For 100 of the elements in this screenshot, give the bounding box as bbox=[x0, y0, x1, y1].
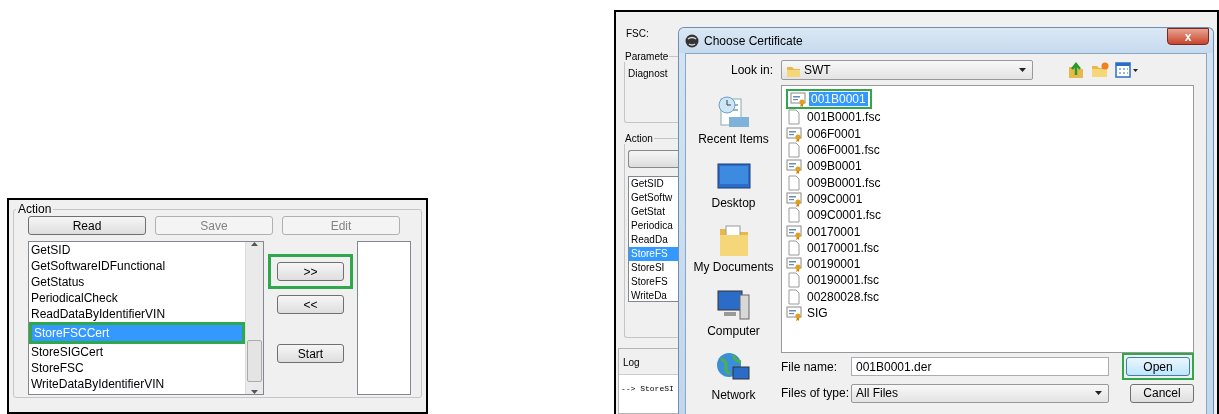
view-menu-icon bbox=[1115, 61, 1139, 78]
file-name: SIG bbox=[806, 306, 829, 320]
list-item[interactable]: ReadDa bbox=[629, 233, 678, 247]
computer-icon bbox=[715, 287, 752, 321]
file-name: 001B0001 bbox=[809, 92, 868, 107]
file-name: 001B0001.fsc bbox=[806, 110, 882, 125]
field-label: Look in: bbox=[730, 62, 774, 77]
parameter-label: Diagnost bbox=[628, 68, 669, 79]
list-item[interactable]: ReadDataByIdentifierVIN bbox=[29, 306, 245, 322]
dropdown-value: SWT bbox=[804, 62, 831, 77]
list-item[interactable]: GetSID bbox=[29, 242, 245, 258]
list-item[interactable]: GetStat bbox=[629, 205, 678, 219]
list-item[interactable]: StoreSI bbox=[629, 261, 678, 275]
file-icon bbox=[786, 109, 802, 126]
file-icon bbox=[786, 288, 802, 305]
list-item[interactable]: Periodica bbox=[629, 219, 678, 233]
group-title: Action bbox=[17, 202, 53, 216]
file-item[interactable]: 00170001.fsc bbox=[786, 239, 882, 256]
list-item[interactable]: WriteDataByIdentifierVIN bbox=[29, 376, 245, 392]
target-list[interactable] bbox=[357, 241, 411, 395]
file-item[interactable]: 00170001 bbox=[786, 223, 863, 240]
list-item[interactable]: GetSID bbox=[629, 177, 678, 191]
file-list[interactable]: 001B0001 001B0001.fsc 006F0001 006F0001.fsc 009B0001 009B0001.fsc 009C0001 009C0001.fsc 00170001 00170001.fsc 00190001 00190001.fsc 00280028.fsc SIG bbox=[781, 85, 1194, 353]
list-item[interactable]: StoreFS bbox=[629, 275, 678, 289]
scroll-thumb[interactable] bbox=[247, 340, 262, 382]
file-item[interactable]: 009C0001.fsc bbox=[786, 207, 884, 224]
scroll-down-arrow-icon bbox=[251, 390, 258, 394]
dialog-title: Choose Certificate bbox=[704, 33, 803, 48]
dialog-button[interactable]: Cancel bbox=[1130, 383, 1194, 403]
file-name: 00170001 bbox=[806, 224, 862, 239]
list-item[interactable]: PeriodicalCheck bbox=[29, 290, 245, 306]
certificate-icon bbox=[786, 256, 802, 273]
certificate-icon bbox=[786, 158, 802, 175]
place-item[interactable]: Desktop bbox=[711, 159, 756, 210]
place-item[interactable]: Recent Items bbox=[698, 95, 769, 146]
file-icon bbox=[786, 207, 802, 224]
command-list[interactable]: GetSID GetSoftwareIDFunctional GetStatus PeriodicalCheck ReadDataByIdentifierVIN StoreFSCCert StoreSIGCert StoreFSC WriteDataByIdentifierVIN bbox=[28, 241, 264, 395]
place-label: Recent Items bbox=[698, 132, 769, 146]
list-item[interactable]: GetStatus bbox=[29, 274, 245, 290]
file-name: 006F0001 bbox=[806, 126, 863, 141]
dropdown-value: All Files bbox=[856, 386, 898, 400]
list-item[interactable]: GetSoftw bbox=[629, 191, 678, 205]
action-button[interactable]: Read bbox=[28, 216, 146, 235]
file-item[interactable]: 006F0001.fsc bbox=[786, 141, 882, 159]
certificate-icon bbox=[786, 223, 802, 240]
command-list[interactable]: GetSID GetSoftw GetStat Periodica ReadDa StoreFS StoreSI StoreFS WriteDa bbox=[628, 176, 678, 302]
file-item[interactable]: SIG bbox=[786, 304, 830, 322]
field-value: 001B0001.der bbox=[856, 359, 932, 374]
certificate-icon bbox=[786, 190, 802, 207]
new-folder-icon bbox=[1091, 60, 1109, 79]
file-name: 009B0001.fsc bbox=[806, 175, 882, 190]
list-item[interactable]: StoreFSC bbox=[29, 360, 245, 376]
document-clock-icon bbox=[715, 95, 752, 129]
file-name: 006F0001.fsc bbox=[806, 143, 881, 158]
file-icon bbox=[786, 174, 802, 191]
file-item[interactable]: 009B0001 bbox=[786, 158, 864, 175]
list-item[interactable]: WriteDa bbox=[629, 289, 678, 301]
app-icon bbox=[685, 33, 699, 48]
caret-icon bbox=[1019, 67, 1026, 72]
file-item[interactable]: 009B0001.fsc bbox=[786, 174, 883, 191]
certificate-icon bbox=[786, 305, 802, 321]
file-name: 009C0001 bbox=[806, 191, 864, 206]
scrollbar[interactable] bbox=[245, 242, 263, 394]
file-icon bbox=[786, 239, 802, 256]
file-icon bbox=[786, 272, 802, 289]
place-item[interactable]: Computer bbox=[707, 287, 760, 338]
log-line: --> StoreSI bbox=[621, 384, 675, 393]
file-name: 009C0001.fsc bbox=[806, 208, 883, 223]
caret-icon bbox=[1095, 391, 1102, 395]
dialog-button[interactable]: Open bbox=[1126, 357, 1190, 376]
place-label: Computer bbox=[707, 324, 760, 338]
file-item[interactable]: 006F0001 bbox=[786, 125, 864, 142]
move-button[interactable]: >> bbox=[277, 262, 344, 281]
move-button[interactable]: << bbox=[277, 295, 344, 314]
list-item[interactable]: GetSoftwareIDFunctional bbox=[29, 258, 245, 274]
field-label: FSC: bbox=[626, 28, 650, 39]
file-item[interactable]: 00280028.fsc bbox=[786, 288, 882, 305]
file-name: 00190001 bbox=[806, 257, 862, 272]
certificate-icon bbox=[786, 125, 802, 142]
file-name: 009B0001 bbox=[806, 159, 863, 174]
file-item[interactable]: 00190001.fsc bbox=[786, 272, 882, 289]
scroll-up-arrow-icon bbox=[251, 242, 258, 246]
place-label: Desktop bbox=[711, 196, 756, 210]
list-item[interactable]: StoreSIGCert bbox=[29, 344, 245, 360]
certificate-icon bbox=[790, 91, 806, 108]
file-item[interactable]: 00190001 bbox=[786, 255, 863, 273]
file-type-dropdown[interactable]: All Files bbox=[851, 383, 1109, 403]
file-item[interactable]: 001B0001.fsc bbox=[786, 109, 883, 126]
field-label: File name: bbox=[781, 359, 839, 374]
file-name: 00170001.fsc bbox=[806, 240, 881, 255]
toolbar-button[interactable] bbox=[628, 150, 678, 168]
file-item[interactable]: 009C0001 bbox=[786, 190, 865, 208]
start-button[interactable]: Start bbox=[277, 344, 344, 363]
field-label: Files of type: bbox=[781, 386, 851, 400]
group-title: Action bbox=[624, 133, 654, 144]
look-in-dropdown[interactable]: SWT bbox=[781, 59, 1033, 80]
place-item[interactable]: Network bbox=[711, 351, 756, 402]
place-item[interactable]: My Documents bbox=[693, 223, 774, 274]
file-name-field[interactable]: 001B0001.der bbox=[851, 357, 1109, 376]
folder-up-icon bbox=[1067, 60, 1085, 79]
